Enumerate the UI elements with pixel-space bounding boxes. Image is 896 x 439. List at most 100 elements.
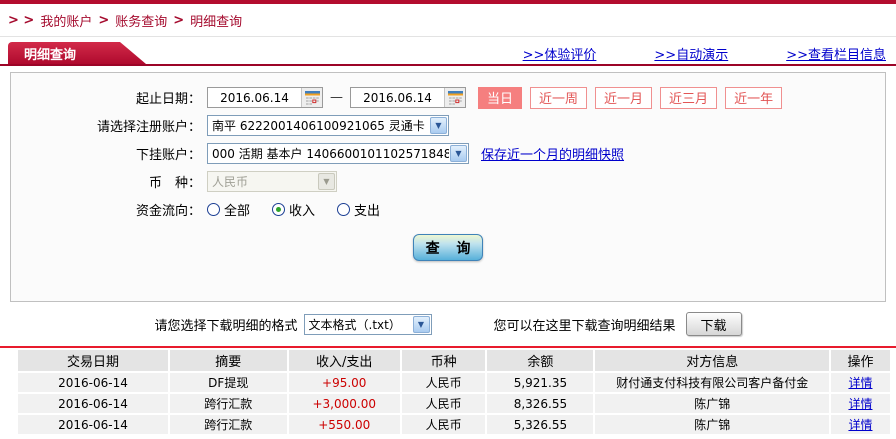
experience-rating-link[interactable]: >>体验评价 (523, 44, 597, 63)
end-date-input[interactable] (351, 90, 444, 105)
chevron-down-icon: ▼ (450, 145, 467, 162)
chevron-down-icon: ▼ (412, 315, 430, 333)
breadcrumb-prefix: > > (8, 13, 35, 28)
cell-summary: DF提现 (167, 373, 287, 392)
header-amount: 收入/支出 (286, 350, 400, 371)
table-header-row: 交易日期 摘要 收入/支出 币种 余额 对方信息 操作 (18, 350, 890, 371)
breadcrumb: > > 我的账户 > 账务查询 > 明细查询 (0, 4, 896, 37)
quick-range-year-button[interactable]: 近一年 (725, 86, 783, 109)
currency-select: 人民币 ▼ (207, 171, 337, 192)
cell-counterparty: 陈广锦 (593, 394, 829, 413)
radio-checked-icon (272, 203, 286, 216)
download-format-select[interactable]: 文本格式（.txt） ▼ (303, 313, 432, 335)
header-action: 操作 (828, 350, 890, 371)
cell-balance: 5,326.55 (485, 415, 594, 434)
register-account-label: 请选择注册账户： (96, 120, 201, 135)
cell-summary: 跨行汇款 (167, 394, 287, 413)
download-format-label: 请您选择下载明细的格式 (154, 318, 298, 334)
header-trade-date: 交易日期 (18, 350, 168, 371)
cell-trade-date: 2016-06-14 (18, 394, 168, 413)
view-column-info-link[interactable]: >>查看栏目信息 (786, 44, 886, 63)
query-button-row: 查 询 (11, 234, 885, 261)
sub-account-label: 下挂账户： (135, 148, 201, 163)
breadcrumb-item-detail-query[interactable]: 明细查询 (190, 11, 242, 30)
register-account-select[interactable]: 南平 6222001406100921065 灵通卡 ▼ (207, 115, 449, 136)
cell-summary: 跨行汇款 (167, 415, 287, 434)
fund-flow-row: 资金流向： 全部 收入 支出 (11, 199, 885, 220)
fund-flow-expense-radio[interactable]: 支出 (337, 200, 380, 219)
register-account-row: 请选择注册账户： 南平 6222001406100921065 灵通卡 ▼ (11, 115, 885, 136)
quick-range-week-button[interactable]: 近一周 (530, 86, 588, 109)
detail-link[interactable]: 详情 (848, 418, 872, 432)
download-row: 请您选择下载明细的格式 文本格式（.txt） ▼ 您可以在这里下载查询明细结果 … (0, 311, 896, 337)
download-hint: 您可以在这里下载查询明细结果 (493, 318, 676, 334)
cell-counterparty: 陈广锦 (593, 415, 829, 434)
sub-account-value: 000 活期 基本户 1406600101102571848 (212, 147, 449, 161)
radio-icon (207, 203, 220, 216)
fund-flow-income-label: 收入 (289, 204, 316, 219)
currency-value: 人民币 (212, 175, 249, 189)
query-form-panel: 起止日期： — (10, 72, 886, 302)
breadcrumb-item-my-account[interactable]: 我的账户 (40, 11, 92, 30)
quick-range-today-button[interactable]: 当日 (478, 86, 523, 109)
date-range-row: 起止日期： — (11, 86, 885, 109)
fund-flow-all-label: 全部 (224, 204, 251, 219)
calendar-icon (304, 90, 320, 105)
chevron-down-icon: ▼ (430, 117, 447, 134)
currency-row: 币 种： 人民币 ▼ (11, 171, 885, 192)
download-button[interactable]: 下载 (685, 312, 742, 336)
query-button[interactable]: 查 询 (413, 234, 483, 261)
cell-trade-date: 2016-06-14 (18, 415, 168, 434)
cell-currency: 人民币 (399, 373, 486, 392)
tab-detail-query[interactable]: 明细查询 (8, 42, 146, 64)
header-summary: 摘要 (167, 350, 287, 371)
fund-flow-income-radio[interactable]: 收入 (272, 200, 315, 219)
date-range-dash: — (330, 90, 343, 105)
fund-flow-expense-label: 支出 (354, 204, 381, 219)
register-account-value: 南平 6222001406100921065 灵通卡 (212, 119, 425, 133)
cell-currency: 人民币 (399, 415, 486, 434)
tab-label: 明细查询 (24, 47, 77, 63)
download-format-value: 文本格式（.txt） (308, 317, 401, 332)
header-balance: 余额 (485, 350, 594, 371)
currency-label: 币 种： (148, 176, 201, 191)
detail-link[interactable]: 详情 (848, 376, 872, 390)
quick-range-month-button[interactable]: 近一月 (595, 86, 653, 109)
cell-currency: 人民币 (399, 394, 486, 413)
top-links: >>体验评价 >>自动演示 >>查看栏目信息 (523, 44, 886, 63)
auto-demo-link[interactable]: >>自动演示 (654, 44, 728, 63)
cell-balance: 8,326.55 (485, 394, 594, 413)
save-snapshot-link[interactable]: 保存近一个月的明细快照 (481, 144, 624, 163)
cell-amount: +550.00 (286, 415, 400, 434)
chevron-down-icon: ▼ (318, 173, 335, 190)
breadcrumb-separator: > (98, 13, 110, 28)
date-range-label: 起止日期： (135, 92, 201, 107)
radio-icon (337, 203, 351, 216)
start-date-field[interactable] (207, 87, 323, 108)
header-currency: 币种 (399, 350, 486, 371)
end-date-field[interactable] (350, 87, 466, 108)
cell-balance: 5,921.35 (485, 373, 594, 392)
sub-account-select[interactable]: 000 活期 基本户 1406600101102571848 ▼ (207, 143, 469, 164)
end-date-calendar-icon[interactable] (444, 88, 465, 107)
cell-trade-date: 2016-06-14 (18, 373, 168, 392)
fund-flow-label: 资金流向： (135, 204, 201, 219)
tab-bar: 明细查询 >>体验评价 >>自动演示 >>查看栏目信息 (0, 42, 896, 66)
start-date-calendar-icon[interactable] (301, 88, 322, 107)
transactions-table: 交易日期 摘要 收入/支出 币种 余额 对方信息 操作 2016-06-14 D… (18, 348, 890, 436)
table-row: 2016-06-14 DF提现 +95.00 人民币 5,921.35 财付通支… (18, 373, 890, 392)
start-date-input[interactable] (208, 90, 301, 105)
header-counterparty: 对方信息 (593, 350, 829, 371)
calendar-icon (447, 90, 463, 105)
fund-flow-all-radio[interactable]: 全部 (207, 200, 250, 219)
table-row: 2016-06-14 跨行汇款 +550.00 人民币 5,326.55 陈广锦… (18, 415, 890, 434)
breadcrumb-item-account-query[interactable]: 账务查询 (115, 11, 167, 30)
detail-link[interactable]: 详情 (848, 397, 872, 411)
cell-counterparty: 财付通支付科技有限公司客户备付金 (593, 373, 829, 392)
quick-range-3months-button[interactable]: 近三月 (660, 86, 718, 109)
breadcrumb-separator: > (173, 13, 185, 28)
cell-amount: +3,000.00 (286, 394, 400, 413)
table-row: 2016-06-14 跨行汇款 +3,000.00 人民币 8,326.55 陈… (18, 394, 890, 413)
cell-amount: +95.00 (286, 373, 400, 392)
sub-account-row: 下挂账户： 000 活期 基本户 1406600101102571848 ▼ 保… (11, 143, 885, 164)
